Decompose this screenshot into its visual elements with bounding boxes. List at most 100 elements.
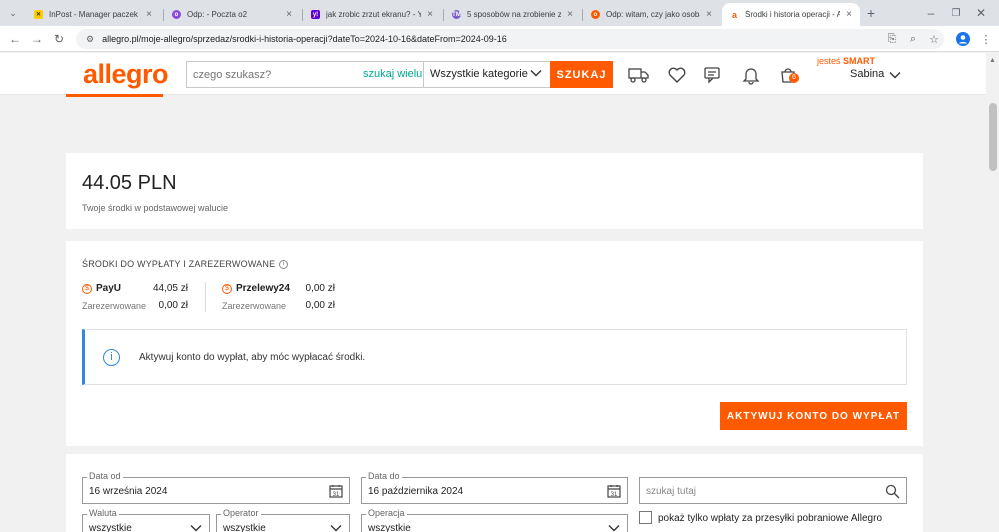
chevron-down-icon <box>608 525 620 532</box>
date-to-value: 16 października 2024 <box>368 486 464 497</box>
operation-label: Operacja <box>366 508 407 518</box>
zoom-icon[interactable]: ⌕ <box>905 31 921 47</box>
browser-tab-active[interactable]: a Środki i historia operacji - Al × <box>722 3 860 26</box>
balance-amount: 44.05 PLN <box>82 172 177 194</box>
category-select[interactable]: Wszystkie kategorie <box>423 62 551 87</box>
chevron-down-icon <box>530 70 542 77</box>
close-tab-icon[interactable]: × <box>706 9 712 20</box>
browser-tab[interactable]: TM 5 sposobów na zrobienie zrzu × <box>444 3 581 26</box>
messages-icon[interactable] <box>702 65 724 85</box>
payu-reserved: 0,00 zł <box>158 300 188 311</box>
date-to-label: Data do <box>366 471 402 481</box>
close-tab-icon[interactable]: × <box>846 9 852 20</box>
browser-menu-icon[interactable]: ⋮ <box>978 31 994 47</box>
browser-tab[interactable]: y! jak zrobic zrzut ekranu? - Yah × <box>303 3 441 26</box>
chevron-down-icon[interactable] <box>888 68 902 82</box>
inpost-icon: ✕ <box>34 10 43 19</box>
cod-only-checkbox[interactable] <box>639 511 652 524</box>
tab-title: jak zrobic zrzut ekranu? - Yah <box>326 10 422 19</box>
chevron-down-icon <box>190 525 202 532</box>
back-icon[interactable]: ← <box>6 30 24 48</box>
restore-icon[interactable]: ❐ <box>947 4 965 22</box>
cod-only-label[interactable]: pokaż tylko wpłaty za przesyłki pobranio… <box>658 513 882 524</box>
tab-title: Środki i historia operacji - Al <box>745 10 841 19</box>
date-from-label: Data od <box>87 471 123 481</box>
browser-tab-bar: ⌄ ✕ InPost - Manager paczek × o Odp: - P… <box>0 0 999 26</box>
scrollbar-thumb[interactable] <box>989 103 997 171</box>
smart-badge[interactable]: jesteś SMART <box>817 56 875 66</box>
delivery-truck-icon[interactable] <box>628 65 650 85</box>
site-settings-icon[interactable]: ⚙ <box>86 34 94 45</box>
activate-notice-text: Aktywuj konto do wypłat, aby móc wypłaca… <box>139 352 366 363</box>
yahoo-icon: y! <box>311 10 320 19</box>
balance-subtitle: Twoje środki w podstawowej walucie <box>82 203 229 213</box>
smart-prefix: jesteś <box>817 56 841 66</box>
tab-title: Odp: witam, czy jako osoba <box>606 10 701 19</box>
activate-notice: i Aktywuj konto do wypłat, aby móc wypła… <box>82 329 907 385</box>
chevron-down-icon <box>330 525 342 532</box>
currency-select[interactable]: Waluta wszystkie <box>82 508 210 532</box>
bookmark-star-icon[interactable]: ☆ <box>926 31 942 47</box>
svg-text:31: 31 <box>611 492 618 498</box>
search-icon[interactable] <box>885 484 900 499</box>
o2-icon: o <box>591 10 600 19</box>
close-tab-icon[interactable]: × <box>427 9 433 20</box>
info-icon: i <box>103 349 120 366</box>
scroll-up-icon[interactable]: ▲ <box>989 57 996 64</box>
tab-title: Odp: - Poczta o2 <box>187 10 248 19</box>
install-app-icon[interactable]: ⎘ <box>884 31 900 47</box>
active-nav-underline <box>66 94 163 97</box>
payouts-title: ŚRODKI DO WYPŁATY I ZAREZERWOWANE i <box>82 259 289 270</box>
payu-amount: 44,05 zł <box>152 283 188 294</box>
przelewy24-coin-icon: $ <box>222 284 232 294</box>
svg-text:31: 31 <box>333 492 340 498</box>
info-icon[interactable]: i <box>279 260 289 270</box>
search-button[interactable]: SZUKAJ <box>550 61 613 88</box>
currency-label: Waluta <box>87 508 119 518</box>
calendar-icon[interactable]: 31 <box>607 484 621 498</box>
date-from-field[interactable]: Data od 16 września 2024 31 <box>82 471 350 504</box>
user-name[interactable]: Sabina <box>850 68 884 80</box>
allegro-logo[interactable]: allegro <box>83 59 169 90</box>
close-tab-icon[interactable]: × <box>567 9 573 20</box>
omnibox[interactable]: ⚙ allegro.pl/moje-allegro/sprzedaz/srodk… <box>76 29 944 49</box>
operation-select[interactable]: Operacja wszystkie <box>361 508 628 532</box>
date-from-value: 16 września 2024 <box>89 486 168 497</box>
smart-label: SMART <box>843 56 876 66</box>
date-to-field[interactable]: Data do 16 października 2024 31 <box>361 471 628 504</box>
o2-icon: o <box>172 10 181 19</box>
profile-icon[interactable] <box>955 31 971 47</box>
operator-value: wszystkie <box>223 523 266 532</box>
browser-tab[interactable]: ✕ InPost - Manager paczek × <box>26 3 160 26</box>
search-bar: szukaj wielu Wszystkie kategorie <box>186 61 612 88</box>
allegro-icon: a <box>730 9 739 20</box>
bell-icon[interactable] <box>740 65 762 85</box>
operations-search-placeholder: szukaj tutaj <box>646 486 697 497</box>
tab-title: 5 sposobów na zrobienie zrzu <box>467 10 562 19</box>
new-tab-icon[interactable]: + <box>862 4 880 22</box>
tab-search-icon[interactable]: ⌄ <box>4 4 22 22</box>
calendar-icon[interactable]: 31 <box>329 484 343 498</box>
close-window-icon[interactable]: ✕ <box>972 4 990 22</box>
activate-payout-account-button[interactable]: AKTYWUJ KONTO DO WYPŁAT <box>720 402 907 430</box>
payu-coin-icon: $ <box>82 284 92 294</box>
operations-search-field[interactable]: szukaj tutaj <box>639 477 907 504</box>
currency-value: wszystkie <box>89 523 132 532</box>
operator-select[interactable]: Operator wszystkie <box>216 508 350 532</box>
heart-icon[interactable] <box>666 65 688 85</box>
balance-card <box>66 153 923 229</box>
tm-icon: TM <box>452 10 461 19</box>
browser-tab[interactable]: o Odp: witam, czy jako osoba × <box>583 3 720 26</box>
minimize-icon[interactable]: – <box>922 4 940 22</box>
close-tab-icon[interactable]: × <box>146 9 152 20</box>
browser-tab[interactable]: o Odp: - Poczta o2 × <box>164 3 300 26</box>
reload-icon[interactable]: ↻ <box>50 30 68 48</box>
forward-icon[interactable]: → <box>28 30 46 48</box>
operation-value: wszystkie <box>368 523 411 532</box>
category-value: Wszystkie kategorie <box>430 68 528 80</box>
address-bar: ← → ↻ ⚙ allegro.pl/moje-allegro/sprzedaz… <box>0 26 999 52</box>
przelewy24-reserved: 0,00 zł <box>305 300 335 311</box>
search-many-link[interactable]: szukaj wielu <box>363 68 422 80</box>
tab-title: InPost - Manager paczek <box>49 10 138 19</box>
close-tab-icon[interactable]: × <box>286 9 292 20</box>
